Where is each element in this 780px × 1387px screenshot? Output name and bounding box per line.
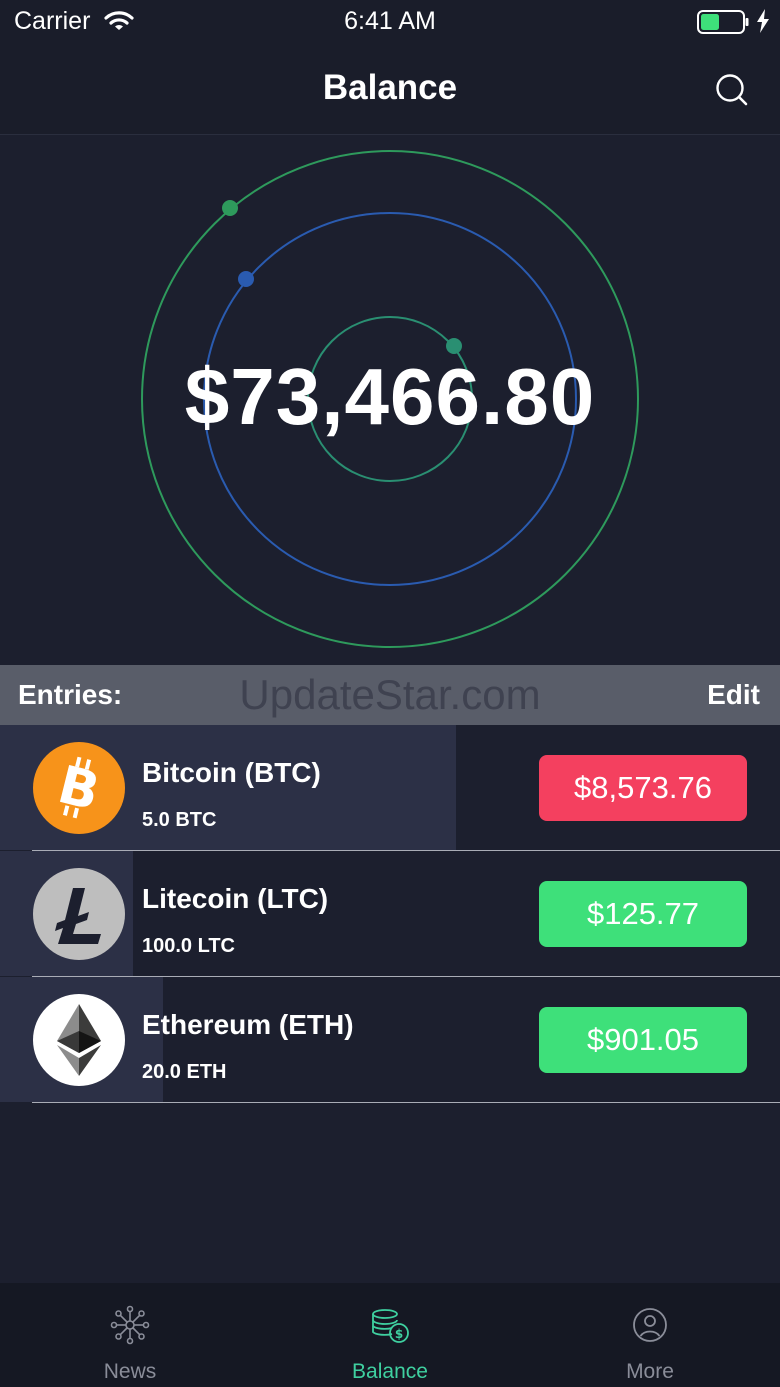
- outer-orbit-dot: [222, 200, 238, 216]
- middle-orbit-dot: [238, 271, 254, 287]
- price-button[interactable]: $901.05: [539, 1007, 747, 1073]
- search-icon: [716, 74, 748, 106]
- battery-icon: [697, 9, 749, 40]
- list-item[interactable]: Litecoin (LTC) 100.0 LTC $125.77: [0, 851, 780, 977]
- entries-list: B Bitcoin (BTC) 5.0 BTC $8,573.76 Liteco…: [0, 725, 780, 1103]
- litecoin-icon: [33, 868, 125, 960]
- coin-name: Ethereum (ETH): [142, 1009, 354, 1040]
- entries-header: Entries: UpdateStar.com Edit: [0, 665, 780, 725]
- svg-text:$: $: [395, 1327, 403, 1341]
- search-button[interactable]: [712, 70, 752, 110]
- coin-amount: 5.0 BTC: [142, 809, 217, 831]
- coin-amount: 20.0 ETH: [142, 1061, 227, 1083]
- tab-label: News: [103, 1360, 157, 1383]
- profile-icon: [633, 1308, 667, 1342]
- list-item[interactable]: Ethereum (ETH) 20.0 ETH $901.05: [0, 977, 780, 1103]
- page-title: Balance: [322, 68, 458, 107]
- coin-name: Litecoin (LTC): [142, 883, 329, 914]
- tab-news[interactable]: News: [0, 1283, 260, 1387]
- tab-more[interactable]: More: [520, 1283, 780, 1387]
- edit-button[interactable]: Edit: [707, 679, 760, 711]
- tab-label: More: [626, 1360, 674, 1383]
- status-bar: Carrier 6:41 AM: [0, 0, 780, 44]
- clock: 6:41 AM: [344, 7, 436, 35]
- tab-label: Balance: [352, 1360, 428, 1383]
- tab-bar: News $ Balance More: [0, 1283, 780, 1387]
- tab-balance[interactable]: $ Balance: [260, 1283, 520, 1387]
- total-balance: $73,466.80: [184, 352, 596, 441]
- watermark: UpdateStar.com: [239, 671, 541, 718]
- ethereum-icon: [33, 994, 125, 1086]
- price-button[interactable]: $8,573.76: [539, 755, 747, 821]
- coin-name: Bitcoin (BTC): [142, 757, 321, 788]
- price-button[interactable]: $125.77: [539, 881, 747, 947]
- list-item[interactable]: B Bitcoin (BTC) 5.0 BTC $8,573.76: [0, 725, 780, 851]
- navigation-bar: Balance: [0, 44, 780, 135]
- row-divider: [32, 1102, 780, 1103]
- coins-icon: $: [372, 1309, 409, 1343]
- network-icon: [110, 1305, 150, 1345]
- charging-bolt-icon: [756, 9, 770, 38]
- app-screen: Carrier 6:41 AM Balance $73,466.80 Entri…: [0, 0, 780, 1387]
- coin-amount: 100.0 LTC: [142, 935, 235, 957]
- bitcoin-icon: B: [33, 742, 125, 834]
- balance-hero: $73,466.80: [0, 135, 780, 665]
